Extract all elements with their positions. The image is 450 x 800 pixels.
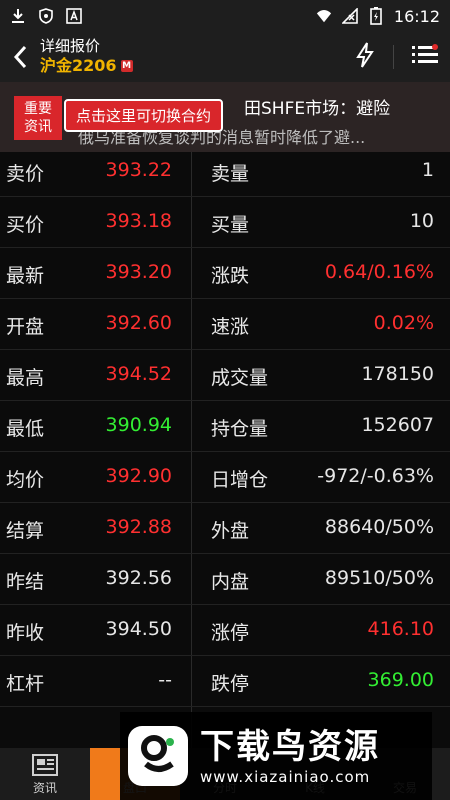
news-icon (32, 754, 58, 779)
quote-row: 昨结 392.56 内盘 89510/50% (0, 554, 450, 605)
menu-list-icon[interactable] (412, 44, 438, 70)
quote-label-right: 持仓量 (211, 418, 269, 440)
wifi-icon (316, 8, 332, 24)
quote-value-left: 394.50 (105, 618, 172, 640)
quote-label-right: 速涨 (211, 316, 250, 338)
quote-label-left: 均价 (6, 469, 45, 491)
quote-value-right: 1 (421, 159, 434, 181)
bottom-nav-item[interactable]: 资讯 (0, 748, 90, 800)
quote-label-right: 外盘 (211, 520, 250, 542)
quote-label-right: 跌停 (211, 673, 250, 695)
quote-label-right: 买量 (211, 214, 250, 236)
quote-label-left: 最高 (6, 367, 45, 389)
quote-value-left: 392.60 (105, 312, 172, 334)
app-header: 详细报价 沪金2206 M (0, 32, 450, 82)
quote-label-right: 内盘 (211, 571, 250, 593)
quote-label-left: 昨收 (6, 622, 45, 644)
quote-label-left: 最低 (6, 418, 45, 440)
quote-label-left: 昨结 (6, 571, 45, 593)
news-headline[interactable]: 田SHFE市场：避险 (244, 94, 390, 119)
shield-icon (38, 8, 54, 24)
quote-value-left: 392.56 (105, 567, 172, 589)
no-sim-icon (341, 8, 358, 24)
m-badge: M (120, 60, 133, 72)
watermark-url: www.xiazainiao.com (200, 768, 371, 786)
quote-row: 均价 392.90 日增仓 -972/-0.63% (0, 452, 450, 503)
quote-label-right: 卖量 (211, 163, 250, 185)
quote-label-left: 结算 (6, 520, 45, 542)
quote-value-left: -- (158, 669, 172, 691)
quote-row: 最新 393.20 涨跌 0.64/0.16% (0, 248, 450, 299)
quote-value-right: 89510/50% (324, 567, 434, 589)
quote-value-right: 0.64/0.16% (324, 261, 434, 283)
news-banner[interactable]: 重要 资讯 田SHFE市场：避险 俄乌准备恢复谈判的消息暂时降低了避... 点击… (0, 82, 450, 152)
quote-value-left: 393.18 (105, 210, 172, 232)
quote-row: 结算 392.88 外盘 88640/50% (0, 503, 450, 554)
battery-charging-icon (368, 7, 384, 25)
a-icon (66, 8, 82, 24)
quote-label-right: 涨停 (211, 622, 250, 644)
quote-value-right: 152607 (361, 414, 434, 436)
back-arrow-icon (13, 45, 27, 69)
quote-label-left: 最新 (6, 265, 45, 287)
quote-value-right: 416.10 (367, 618, 434, 640)
quote-row: 开盘 392.60 速涨 0.02% (0, 299, 450, 350)
quote-value-left: 393.20 (105, 261, 172, 283)
header-divider (393, 45, 394, 69)
switch-contract-tooltip[interactable]: 点击这里可切换合约 (64, 99, 224, 132)
status-time: 16:12 (393, 6, 440, 26)
quote-value-left: 390.94 (105, 414, 172, 436)
lightning-icon[interactable] (355, 42, 375, 72)
quote-grid: 卖价 393.22 卖量 1 买价 393.18 买量 10 最新 393.20 涨跌 0.64/0.… (0, 152, 450, 748)
quote-value-left: 394.52 (105, 363, 172, 385)
bottom-nav-label: 资讯 (32, 781, 57, 795)
page-title: 详细报价 (40, 37, 101, 55)
watermark-overlay: 下载鸟资源 www.xiazainiao.com (120, 712, 432, 800)
watermark-title: 下载鸟资源 (200, 727, 380, 767)
important-news-badge: 重要 资讯 (14, 96, 62, 140)
quote-row: 最低 390.94 持仓量 152607 (0, 401, 450, 452)
quote-label-right: 日增仓 (211, 469, 269, 491)
quote-value-right: 369.00 (367, 669, 434, 691)
status-bar: 16:12 (0, 0, 450, 32)
news-badge-line2: 资讯 (24, 119, 52, 135)
quote-value-right: 88640/50% (324, 516, 434, 538)
quote-value-right: 0.02% (373, 312, 434, 334)
quote-value-left: 392.88 (105, 516, 172, 538)
contract-label: 沪金2206 (40, 56, 117, 75)
news-badge-line1: 重要 (24, 101, 52, 117)
quote-label-left: 买价 (6, 214, 45, 236)
quote-value-left: 392.90 (105, 465, 172, 487)
quote-value-right: 10 (409, 210, 434, 232)
quote-row: 买价 393.18 买量 10 (0, 197, 450, 248)
quote-value-right: -972/-0.63% (317, 465, 434, 487)
quote-label-right: 涨跌 (211, 265, 250, 287)
quote-label-right: 成交量 (211, 367, 269, 389)
quote-label-left: 开盘 (6, 316, 45, 338)
quote-label-left: 卖价 (6, 163, 45, 185)
header-titles[interactable]: 详细报价 沪金2206 M (40, 37, 133, 77)
quote-label-left: 杠杆 (6, 673, 45, 695)
quote-row: 昨收 394.50 涨停 416.10 (0, 605, 450, 656)
quote-value-left: 393.22 (105, 159, 172, 181)
quote-row: 卖价 393.22 卖量 1 (0, 146, 450, 197)
quote-value-right: 178150 (361, 363, 434, 385)
quote-row: 最高 394.52 成交量 178150 (0, 350, 450, 401)
back-button[interactable] (0, 32, 40, 82)
download-icon (10, 8, 26, 24)
contract-name[interactable]: 沪金2206 M (40, 55, 133, 77)
watermark-logo-icon (128, 726, 188, 786)
quote-row: 杠杆 -- 跌停 369.00 (0, 656, 450, 707)
